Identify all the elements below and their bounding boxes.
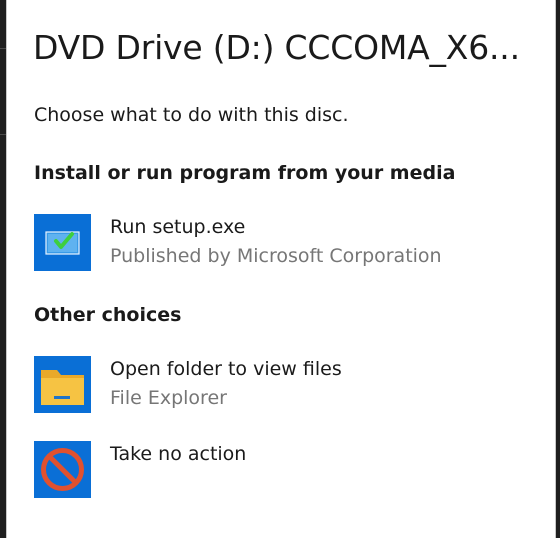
setup-installer-icon <box>34 214 91 271</box>
dialog-prompt: Choose what to do with this disc. <box>34 104 349 126</box>
option-sublabel: Published by Microsoft Corporation <box>110 245 442 267</box>
autoplay-dialog: DVD Drive (D:) CCCOMA_X6... Choose what … <box>6 0 556 538</box>
section-heading-install: Install or run program from your media <box>34 162 456 184</box>
option-sublabel: File Explorer <box>110 387 227 409</box>
option-label: Open folder to view files <box>110 358 342 380</box>
section-heading-other: Other choices <box>34 304 182 326</box>
dialog-title: DVD Drive (D:) CCCOMA_X6... <box>33 28 520 67</box>
folder-icon <box>34 356 91 413</box>
no-action-icon <box>34 441 91 498</box>
option-label: Run setup.exe <box>110 216 246 238</box>
option-run-setup[interactable]: Run setup.exe Published by Microsoft Cor… <box>34 214 534 276</box>
option-open-folder[interactable]: Open folder to view files File Explorer <box>34 356 534 418</box>
option-label: Take no action <box>110 443 247 465</box>
option-take-no-action[interactable]: Take no action <box>34 441 534 503</box>
